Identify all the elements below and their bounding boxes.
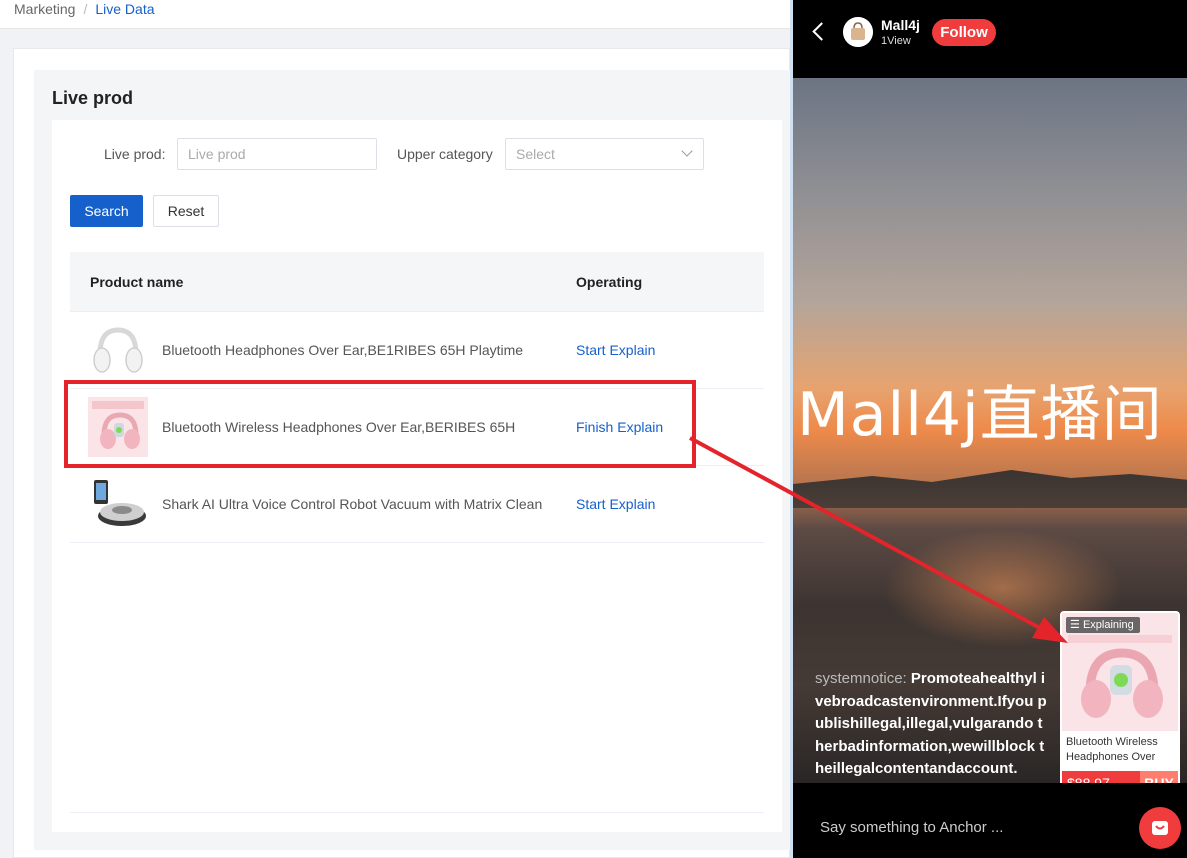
explaining-badge: ☰ Explaining [1066,617,1140,633]
comment-input[interactable]: Say something to Anchor ... [820,819,1003,836]
live-preview: Mall4j 1View Follow Mall4j直播间 systemnoti… [790,0,1187,858]
chevron-down-icon [681,145,693,157]
upper-category-label: Upper category [397,146,493,162]
system-notice: systemnotice: Promoteahealthyl ivebroadc… [815,668,1051,781]
breadcrumb-marketing[interactable]: Marketing [14,0,75,18]
shopping-bag-button[interactable] [1139,807,1181,849]
column-operating: Operating [576,274,643,290]
live-prod-input[interactable]: Live prod [177,138,377,170]
live-header: Mall4j 1View Follow [793,0,1187,78]
sound-wave-icon: ☰ [1070,619,1080,631]
admin-panel: Marketing / Live Data Live prod Live prod:… [0,0,790,858]
avatar[interactable] [843,17,873,47]
follow-button[interactable]: Follow [932,19,996,46]
robot-vacuum-image [88,474,148,534]
breadcrumb: Marketing / Live Data [0,0,790,29]
shopping-bag-icon [1152,821,1168,835]
reset-button[interactable]: Reset [153,195,219,227]
table-bottom-divider [70,812,764,813]
product-card-title: Bluetooth Wireless Headphones Over Ea... [1066,736,1158,763]
upper-category-placeholder: Select [516,146,555,162]
start-explain-link[interactable]: Start Explain [576,342,655,358]
explaining-product-card[interactable]: ☰ Explaining Bluetooth Wireless Headphon… [1060,611,1180,797]
product-name: Shark AI Ultra Voice Control Robot Vacuu… [162,496,543,512]
page-title: Live prod [52,88,134,108]
notice-prefix: systemnotice: [815,670,907,687]
white-headphones-image [88,320,148,380]
start-explain-link[interactable]: Start Explain [576,496,655,512]
upper-category-select[interactable]: Select [505,138,704,170]
anchor-name: Mall4j [881,17,920,33]
table-row: Shark AI Ultra Voice Control Robot Vacuu… [70,466,764,543]
search-button[interactable]: Search [70,195,143,227]
explaining-label: Explaining [1082,619,1134,631]
breadcrumb-separator: / [83,1,88,17]
view-count: 1View [881,35,911,47]
live-watermark: Mall4j直播间 [797,380,1163,450]
live-bottom-bar: Say something to Anchor ... [793,783,1187,858]
column-product-name: Product name [90,274,184,290]
live-prod-placeholder: Live prod [188,146,246,162]
table-row: Bluetooth Headphones Over Ear,BE1RIBES 6… [70,312,764,389]
back-icon[interactable] [812,22,831,41]
table-header: Product name Operating [70,252,764,312]
live-prod-label: Live prod: [104,146,166,162]
mountain-silhouette [793,470,1187,508]
product-name: Bluetooth Headphones Over Ear,BE1RIBES 6… [162,342,524,358]
breadcrumb-live-data[interactable]: Live Data [95,0,154,18]
highlight-box [64,380,696,468]
